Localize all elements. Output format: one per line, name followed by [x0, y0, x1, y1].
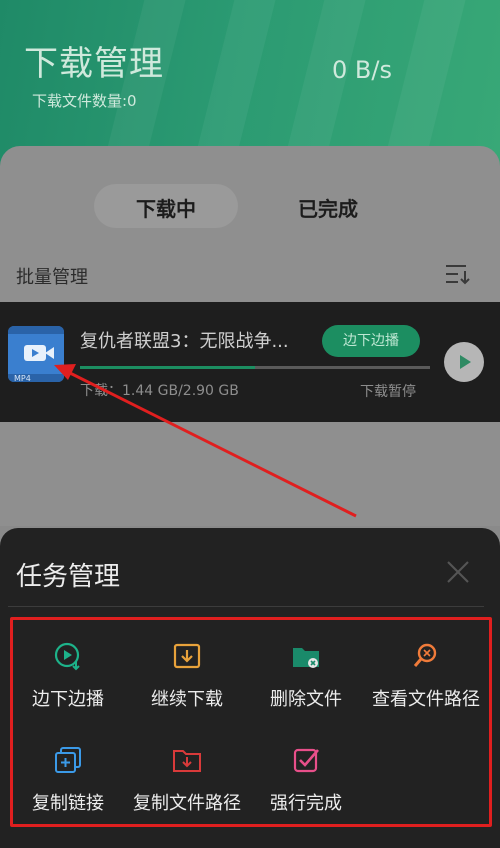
stream-while-download-button[interactable]: 边下边播 — [322, 325, 420, 357]
tab-downloading[interactable]: 下载中 — [136, 193, 196, 222]
batch-manage-button[interactable]: 批量管理 — [16, 263, 88, 289]
page-title: 下载管理 — [24, 44, 164, 84]
sort-icon[interactable] — [444, 262, 470, 286]
video-file-icon: MP4 — [8, 326, 64, 382]
download-progress-bar — [80, 366, 430, 369]
panel-title: 任务管理 — [16, 562, 121, 592]
download-count: 下载文件数量:0 — [32, 92, 137, 110]
annotation-highlight-box — [10, 617, 492, 827]
resume-play-button[interactable] — [444, 342, 484, 382]
play-icon — [460, 355, 471, 369]
file-name: 复仇者联盟3：无限战争... — [80, 331, 289, 352]
download-task-row[interactable] — [0, 302, 500, 422]
download-progress-fill — [80, 366, 255, 369]
file-type-label: MP4 — [14, 374, 31, 382]
download-speed: 0 B/s — [332, 56, 392, 84]
download-status: 下载暂停 — [360, 384, 416, 400]
download-size: 下载：1.44 GB/2.90 GB — [80, 383, 239, 399]
panel-divider — [8, 606, 484, 607]
tab-completed[interactable]: 已完成 — [298, 193, 358, 222]
close-icon[interactable] — [442, 556, 474, 588]
